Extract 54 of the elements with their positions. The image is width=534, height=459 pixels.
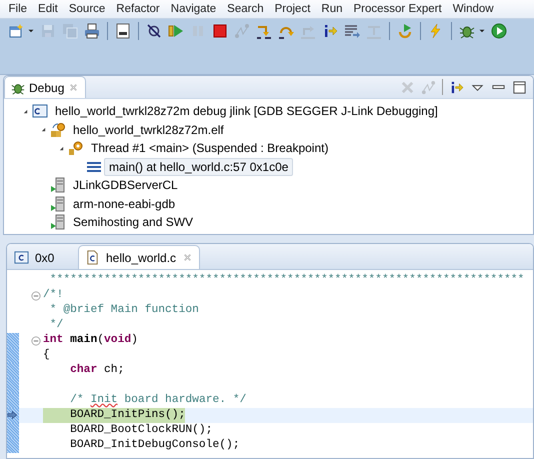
- menu-item[interactable]: Project: [269, 3, 316, 15]
- code-line: * @brief Main function: [48, 303, 199, 318]
- menu-item[interactable]: Edit: [32, 3, 64, 15]
- menu-item[interactable]: Run: [316, 3, 348, 15]
- stop-icon[interactable]: [212, 23, 228, 39]
- tree-item[interactable]: hello_world_twrkl28z72m.elf: [68, 120, 229, 139]
- tree-item[interactable]: Semihosting and SWV: [68, 213, 198, 232]
- tree-item[interactable]: main() at hello_world.c:57 0x1c0e: [104, 158, 294, 176]
- program-icon: [50, 214, 66, 230]
- printer-icon[interactable]: [84, 23, 100, 39]
- skip-breakpoints-icon[interactable]: [146, 23, 162, 39]
- menu-item[interactable]: File: [3, 3, 33, 15]
- gear-thread-icon: [68, 140, 84, 156]
- lines-arrow-icon[interactable]: [344, 23, 360, 39]
- code-line: char ch;: [69, 363, 124, 378]
- run-icon[interactable]: [491, 23, 507, 39]
- tab-label[interactable]: hello_world.c: [106, 250, 176, 264]
- tree-item[interactable]: arm-none-eabi-gdb: [68, 194, 180, 213]
- tab-label[interactable]: 0x0: [35, 250, 54, 264]
- step-into-icon[interactable]: [256, 23, 272, 39]
- tree-item[interactable]: JLinkGDBServerCL: [68, 176, 183, 194]
- editor-tab[interactable]: hello_world.c: [78, 245, 200, 269]
- menu-item[interactable]: Refactor: [110, 3, 166, 15]
- menu-item[interactable]: Source: [63, 3, 111, 15]
- code-line: **********************************************************************: [48, 273, 524, 288]
- program-icon: [50, 196, 66, 212]
- code-line: int main(void): [43, 333, 138, 348]
- c-file-icon: [14, 250, 29, 265]
- code-line: /*!: [43, 288, 64, 303]
- code-line: /* Init board hardware. */: [69, 393, 246, 408]
- c-launch-icon: [32, 103, 48, 120]
- gear-process-icon: [50, 122, 66, 138]
- tree-item[interactable]: Thread #1 <main> (Suspended : Breakpoint): [86, 139, 334, 158]
- binary-file-icon[interactable]: [115, 23, 131, 39]
- instruction-step-icon[interactable]: [449, 80, 464, 94]
- code-line: BOARD_InitDebugConsole();: [69, 438, 240, 453]
- menu-item[interactable]: Processor Expert: [348, 3, 448, 15]
- maximize-icon[interactable]: [512, 80, 527, 94]
- restart-icon[interactable]: [397, 23, 413, 39]
- collapse-icon[interactable]: [30, 290, 42, 302]
- tree-item[interactable]: hello_world_twrkl28z72m debug jlink [GDB SEGGER J-Link Debugging]: [50, 102, 443, 120]
- collapse-icon[interactable]: [30, 334, 42, 346]
- code-line: */: [48, 318, 64, 333]
- c-source-icon: [85, 250, 100, 265]
- new-file-icon[interactable]: [8, 23, 24, 39]
- code-line: BOARD_BootClockRUN();: [69, 423, 212, 438]
- resume-icon[interactable]: [168, 23, 184, 39]
- menu-item[interactable]: Window: [447, 3, 500, 15]
- program-icon: [50, 177, 66, 194]
- editor-tab[interactable]: 0x0: [7, 245, 78, 269]
- code-line: {: [43, 348, 50, 363]
- menu-item[interactable]: Navigate: [165, 3, 222, 15]
- instruction-step-icon[interactable]: [322, 23, 338, 39]
- menu-item[interactable]: Search: [222, 3, 270, 15]
